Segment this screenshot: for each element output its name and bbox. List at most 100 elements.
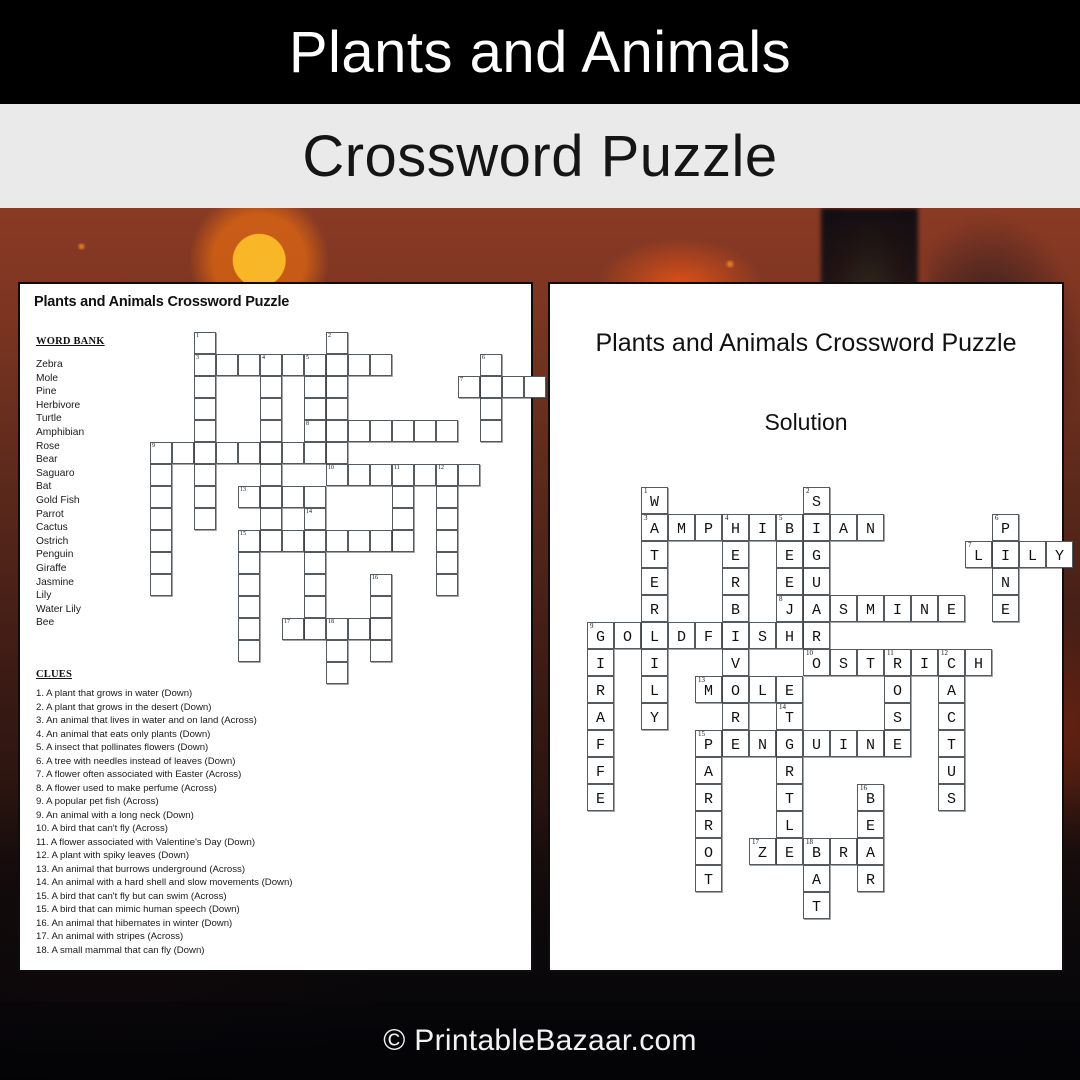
puzzle-cell[interactable] xyxy=(238,596,260,618)
puzzle-cell[interactable]: 8 xyxy=(304,420,326,442)
puzzle-cell[interactable] xyxy=(238,618,260,640)
puzzle-cell[interactable] xyxy=(304,596,326,618)
puzzle-cell[interactable] xyxy=(304,618,326,640)
puzzle-cell[interactable] xyxy=(260,398,282,420)
puzzle-cell[interactable] xyxy=(216,354,238,376)
puzzle-cell[interactable]: 11 xyxy=(392,464,414,486)
puzzle-cell[interactable] xyxy=(436,574,458,596)
puzzle-cell[interactable] xyxy=(326,354,348,376)
puzzle-cell[interactable] xyxy=(172,442,194,464)
puzzle-cell[interactable]: 13 xyxy=(238,486,260,508)
puzzle-cell[interactable] xyxy=(524,376,546,398)
puzzle-cell[interactable] xyxy=(282,442,304,464)
puzzle-cell[interactable] xyxy=(436,486,458,508)
puzzle-cell[interactable]: 16 xyxy=(370,574,392,596)
puzzle-cell[interactable] xyxy=(194,398,216,420)
puzzle-cell[interactable] xyxy=(216,442,238,464)
puzzle-cell[interactable] xyxy=(304,442,326,464)
puzzle-cell[interactable] xyxy=(326,640,348,662)
puzzle-cell[interactable]: 12 xyxy=(436,464,458,486)
puzzle-cell[interactable]: 6 xyxy=(480,354,502,376)
puzzle-cell[interactable] xyxy=(238,442,260,464)
puzzle-cell[interactable]: 3 xyxy=(194,354,216,376)
puzzle-cell[interactable] xyxy=(436,420,458,442)
puzzle-cell[interactable] xyxy=(304,486,326,508)
puzzle-cell[interactable] xyxy=(150,486,172,508)
puzzle-cell[interactable] xyxy=(370,354,392,376)
puzzle-cell[interactable]: 18 xyxy=(326,618,348,640)
puzzle-cell[interactable] xyxy=(260,420,282,442)
puzzle-cell[interactable] xyxy=(194,420,216,442)
puzzle-cell[interactable] xyxy=(260,464,282,486)
puzzle-cell[interactable] xyxy=(194,508,216,530)
puzzle-cell[interactable] xyxy=(348,354,370,376)
puzzle-cell[interactable] xyxy=(150,508,172,530)
puzzle-cell[interactable] xyxy=(370,596,392,618)
puzzle-cell[interactable] xyxy=(326,398,348,420)
puzzle-cell[interactable] xyxy=(282,486,304,508)
puzzle-cell[interactable] xyxy=(392,508,414,530)
puzzle-cell[interactable] xyxy=(194,376,216,398)
puzzle-cell[interactable] xyxy=(326,662,348,684)
puzzle-cell[interactable] xyxy=(282,354,304,376)
puzzle-cell[interactable] xyxy=(370,530,392,552)
puzzle-cell[interactable]: 15 xyxy=(238,530,260,552)
puzzle-cell[interactable] xyxy=(392,486,414,508)
puzzle-cell[interactable] xyxy=(150,464,172,486)
puzzle-cell[interactable] xyxy=(480,398,502,420)
puzzle-cell[interactable] xyxy=(458,464,480,486)
puzzle-cell[interactable] xyxy=(370,640,392,662)
puzzle-cell[interactable] xyxy=(370,420,392,442)
puzzle-cell[interactable] xyxy=(150,552,172,574)
puzzle-cell[interactable]: 14 xyxy=(304,508,326,530)
puzzle-cell[interactable] xyxy=(260,508,282,530)
puzzle-cell[interactable]: 9 xyxy=(150,442,172,464)
puzzle-cell[interactable]: 17 xyxy=(282,618,304,640)
puzzle-cell[interactable] xyxy=(348,530,370,552)
puzzle-cell[interactable] xyxy=(238,640,260,662)
puzzle-cell[interactable] xyxy=(480,376,502,398)
puzzle-cell[interactable] xyxy=(194,486,216,508)
puzzle-cell[interactable] xyxy=(260,486,282,508)
puzzle-cell[interactable] xyxy=(304,552,326,574)
puzzle-cell[interactable] xyxy=(260,376,282,398)
puzzle-cell[interactable] xyxy=(326,530,348,552)
puzzle-cell[interactable] xyxy=(348,618,370,640)
puzzle-cell[interactable] xyxy=(414,464,436,486)
puzzle-cell[interactable] xyxy=(150,530,172,552)
puzzle-cell[interactable] xyxy=(370,464,392,486)
puzzle-cell[interactable] xyxy=(326,442,348,464)
puzzle-cell[interactable] xyxy=(348,420,370,442)
puzzle-cell[interactable] xyxy=(260,442,282,464)
puzzle-cell[interactable] xyxy=(414,420,436,442)
puzzle-cell[interactable] xyxy=(502,376,524,398)
puzzle-cell[interactable] xyxy=(304,530,326,552)
puzzle-cell[interactable] xyxy=(194,442,216,464)
puzzle-cell[interactable] xyxy=(304,376,326,398)
puzzle-cell[interactable] xyxy=(238,354,260,376)
puzzle-cell[interactable] xyxy=(348,464,370,486)
puzzle-cell[interactable] xyxy=(282,530,304,552)
puzzle-cell[interactable] xyxy=(304,398,326,420)
puzzle-cell[interactable] xyxy=(436,552,458,574)
puzzle-cell[interactable] xyxy=(238,552,260,574)
puzzle-cell[interactable]: 7 xyxy=(458,376,480,398)
puzzle-cell[interactable] xyxy=(260,530,282,552)
puzzle-cell[interactable] xyxy=(436,530,458,552)
puzzle-cell[interactable] xyxy=(194,464,216,486)
puzzle-cell[interactable]: 1 xyxy=(194,332,216,354)
puzzle-cell[interactable] xyxy=(480,420,502,442)
puzzle-cell[interactable] xyxy=(150,574,172,596)
puzzle-cell[interactable]: 2 xyxy=(326,332,348,354)
puzzle-cell[interactable] xyxy=(304,574,326,596)
puzzle-cell[interactable] xyxy=(326,420,348,442)
puzzle-cell[interactable]: 4 xyxy=(260,354,282,376)
puzzle-cell[interactable] xyxy=(370,618,392,640)
puzzle-cell[interactable] xyxy=(392,530,414,552)
puzzle-cell[interactable] xyxy=(326,376,348,398)
puzzle-cell[interactable] xyxy=(392,420,414,442)
puzzle-cell[interactable]: 10 xyxy=(326,464,348,486)
puzzle-cell[interactable] xyxy=(436,508,458,530)
puzzle-cell[interactable]: 5 xyxy=(304,354,326,376)
puzzle-cell[interactable] xyxy=(238,574,260,596)
